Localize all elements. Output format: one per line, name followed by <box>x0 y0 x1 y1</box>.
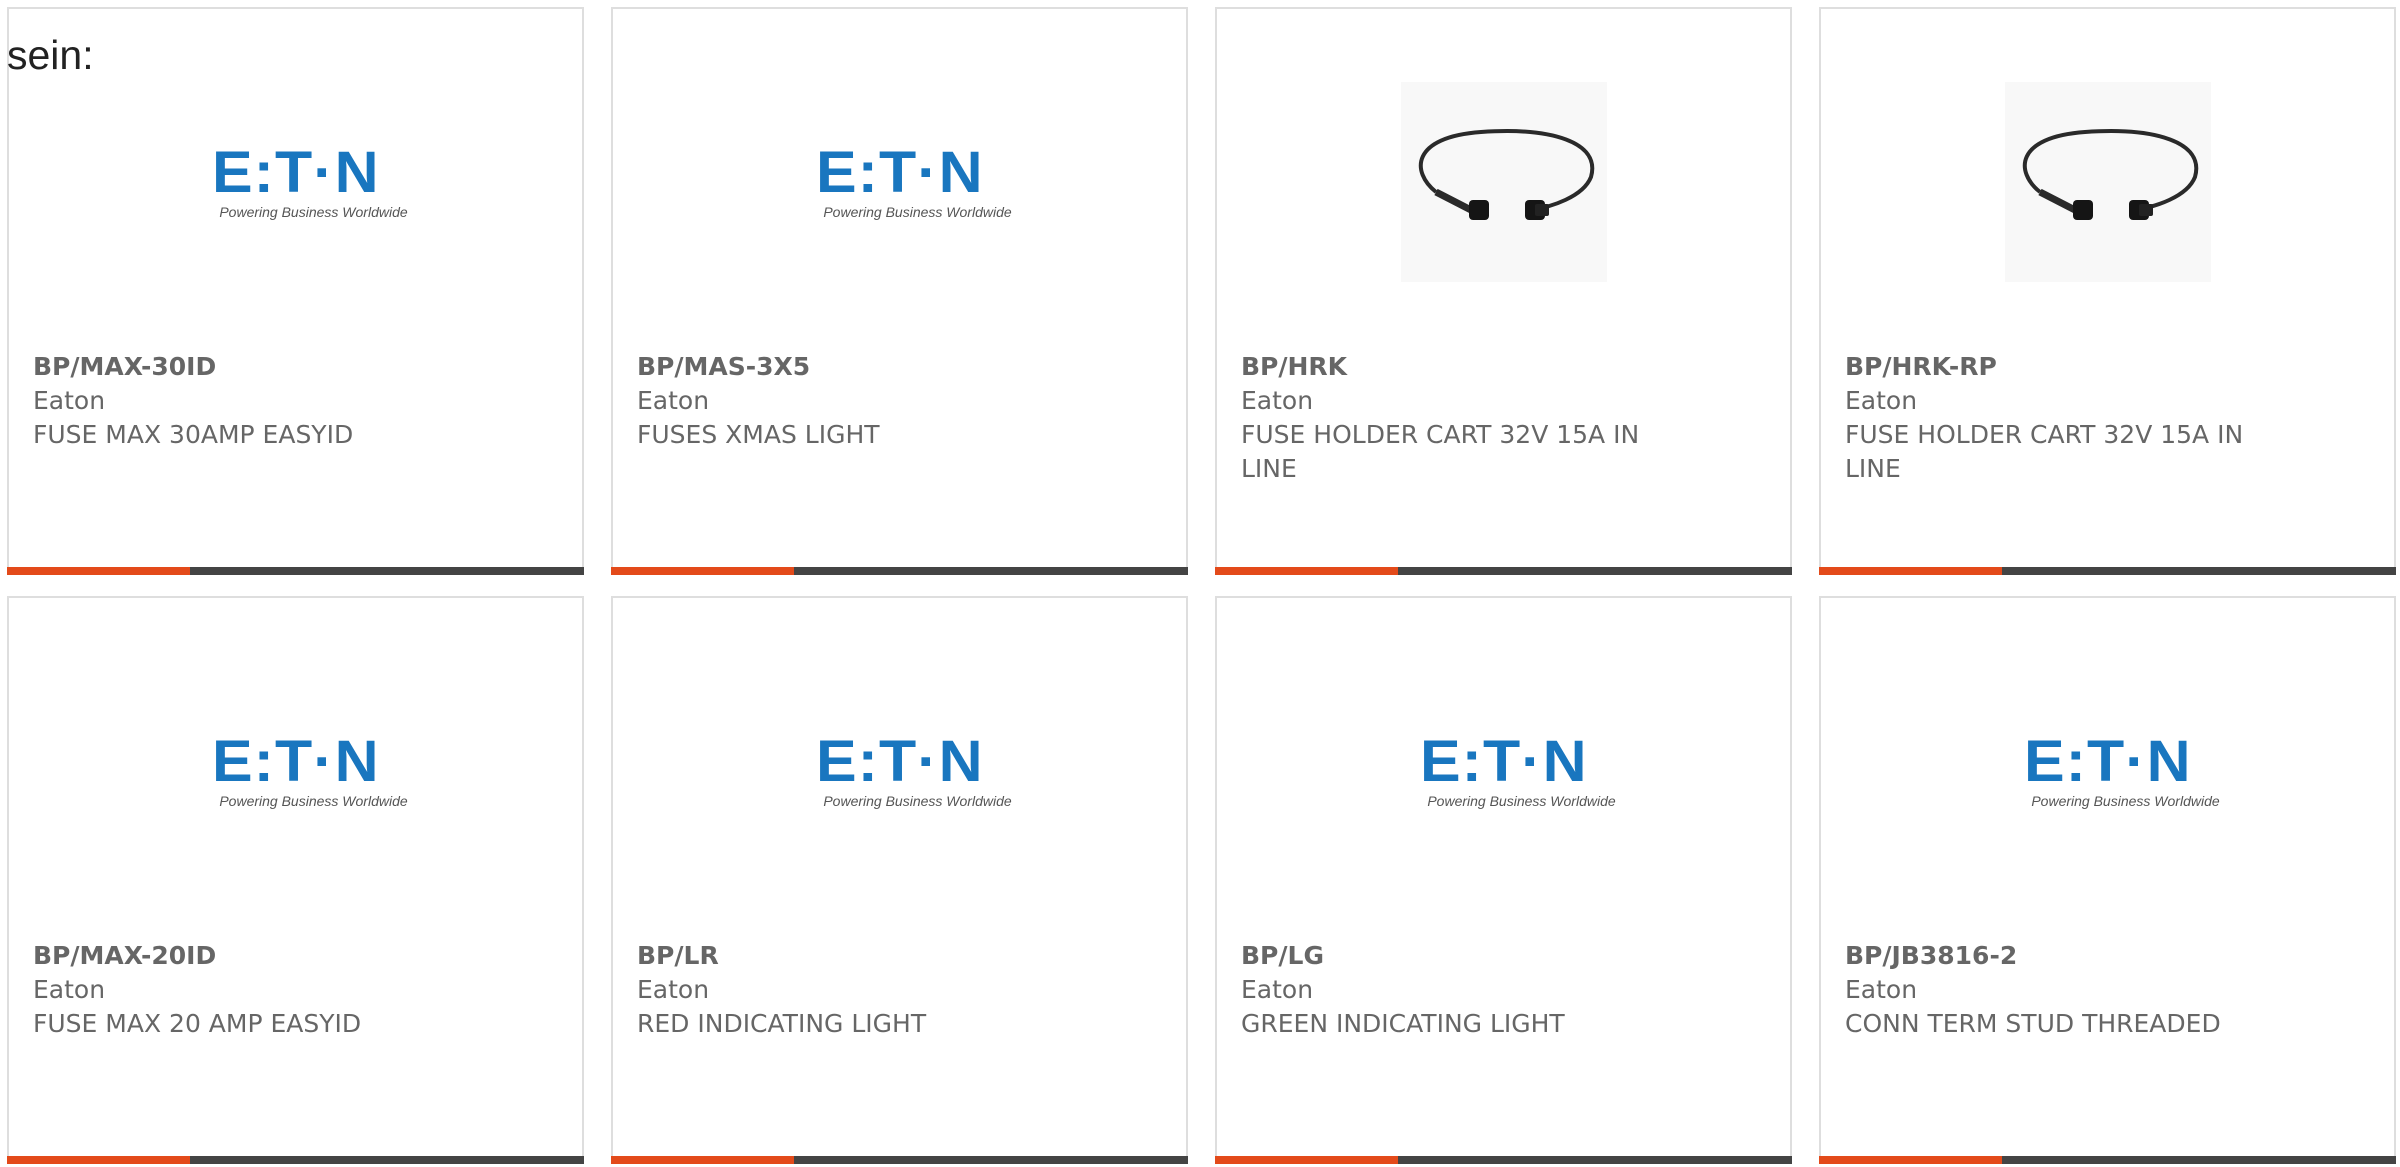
fuse-holder-cable-photo <box>2004 81 2211 282</box>
product-card[interactable]: E:T·N Powering Business Worldwide BP/JB3… <box>1819 596 2396 1164</box>
part-number-link[interactable]: BP/JB3816-2 <box>1845 939 2265 973</box>
eaton-logo: E:T·N Powering Business Worldwide <box>2023 728 2220 809</box>
card-bottom-bar <box>7 1156 584 1164</box>
part-number-link[interactable]: BP/LG <box>1241 939 1661 973</box>
product-image[interactable]: E:T·N Powering Business Worldwide <box>1821 668 2394 873</box>
product-info: BP/HRK-RP Eaton FUSE HOLDER CART 32V 15A… <box>1845 350 2265 486</box>
product-description: FUSE MAX 30AMP EASYID <box>33 420 354 449</box>
manufacturer-name: Eaton <box>637 386 710 415</box>
card-bottom-bar <box>1215 567 1792 575</box>
part-number-link[interactable]: BP/HRK <box>1241 350 1661 384</box>
product-description: FUSE MAX 20 AMP EASYID <box>33 1009 362 1038</box>
card-accent-bar <box>1819 567 2002 575</box>
card-accent-bar <box>611 1156 794 1164</box>
product-image[interactable] <box>1821 79 2394 284</box>
product-description: FUSE HOLDER CART 32V 15A IN LINE <box>1241 420 1640 483</box>
product-description: FUSES XMAS LIGHT <box>637 420 880 449</box>
product-info: BP/MAX-30ID Eaton FUSE MAX 30AMP EASYID <box>33 350 453 452</box>
manufacturer-name: Eaton <box>1845 975 1918 1004</box>
intro-text: sein: <box>7 32 94 78</box>
part-number-link[interactable]: BP/LR <box>637 939 1057 973</box>
eaton-logo: E:T·N Powering Business Worldwide <box>1419 728 1616 809</box>
product-description: GREEN INDICATING LIGHT <box>1241 1009 1565 1038</box>
part-number-link[interactable]: BP/MAX-30ID <box>33 350 453 384</box>
product-info: BP/LG Eaton GREEN INDICATING LIGHT <box>1241 939 1661 1041</box>
product-info: BP/HRK Eaton FUSE HOLDER CART 32V 15A IN… <box>1241 350 1661 486</box>
manufacturer-name: Eaton <box>33 386 106 415</box>
product-info: BP/MAX-20ID Eaton FUSE MAX 20 AMP EASYID <box>33 939 453 1041</box>
card-bottom-bar <box>611 567 1188 575</box>
product-card[interactable]: E:T·N Powering Business Worldwide BP/MAS… <box>611 7 1188 575</box>
manufacturer-name: Eaton <box>1241 975 1314 1004</box>
product-image[interactable]: E:T·N Powering Business Worldwide <box>1217 668 1790 873</box>
card-accent-bar <box>1819 1156 2002 1164</box>
product-card[interactable]: E:T·N Powering Business Worldwide BP/LR … <box>611 596 1188 1164</box>
product-card[interactable]: E:T·N Powering Business Worldwide BP/MAX… <box>7 7 584 575</box>
card-accent-bar <box>7 1156 190 1164</box>
product-info: BP/MAS-3X5 Eaton FUSES XMAS LIGHT <box>637 350 1057 452</box>
card-bottom-bar <box>611 1156 1188 1164</box>
product-card[interactable]: E:T·N Powering Business Worldwide BP/MAX… <box>7 596 584 1164</box>
eaton-logo: E:T·N Powering Business Worldwide <box>211 728 408 809</box>
card-bottom-bar <box>1819 1156 2396 1164</box>
product-card[interactable]: BP/HRK-RP Eaton FUSE HOLDER CART 32V 15A… <box>1819 7 2396 575</box>
part-number-link[interactable]: BP/MAX-20ID <box>33 939 453 973</box>
product-image[interactable]: E:T·N Powering Business Worldwide <box>9 668 582 873</box>
manufacturer-name: Eaton <box>1241 386 1314 415</box>
part-number-link[interactable]: BP/HRK-RP <box>1845 350 2265 384</box>
eaton-logo: E:T·N Powering Business Worldwide <box>815 728 1012 809</box>
manufacturer-name: Eaton <box>33 975 106 1004</box>
card-accent-bar <box>611 567 794 575</box>
card-bottom-bar <box>7 567 584 575</box>
eaton-logo: E:T·N Powering Business Worldwide <box>815 139 1012 220</box>
product-description: FUSE HOLDER CART 32V 15A IN LINE <box>1845 420 2244 483</box>
card-accent-bar <box>1215 1156 1398 1164</box>
part-number-link[interactable]: BP/MAS-3X5 <box>637 350 1057 384</box>
card-accent-bar <box>1215 567 1398 575</box>
product-description: RED INDICATING LIGHT <box>637 1009 927 1038</box>
product-description: CONN TERM STUD THREADED <box>1845 1009 2221 1038</box>
product-info: BP/JB3816-2 Eaton CONN TERM STUD THREADE… <box>1845 939 2265 1041</box>
product-card[interactable]: E:T·N Powering Business Worldwide BP/LG … <box>1215 596 1792 1164</box>
manufacturer-name: Eaton <box>1845 386 1918 415</box>
product-image[interactable] <box>1217 79 1790 284</box>
product-image[interactable]: E:T·N Powering Business Worldwide <box>9 79 582 284</box>
product-card[interactable]: BP/HRK Eaton FUSE HOLDER CART 32V 15A IN… <box>1215 7 1792 575</box>
product-info: BP/LR Eaton RED INDICATING LIGHT <box>637 939 1057 1041</box>
fuse-holder-cable-photo <box>1400 81 1607 282</box>
product-image[interactable]: E:T·N Powering Business Worldwide <box>613 668 1186 873</box>
card-bottom-bar <box>1819 567 2396 575</box>
card-accent-bar <box>7 567 190 575</box>
manufacturer-name: Eaton <box>637 975 710 1004</box>
card-bottom-bar <box>1215 1156 1792 1164</box>
eaton-logo: E:T·N Powering Business Worldwide <box>211 139 408 220</box>
product-image[interactable]: E:T·N Powering Business Worldwide <box>613 79 1186 284</box>
